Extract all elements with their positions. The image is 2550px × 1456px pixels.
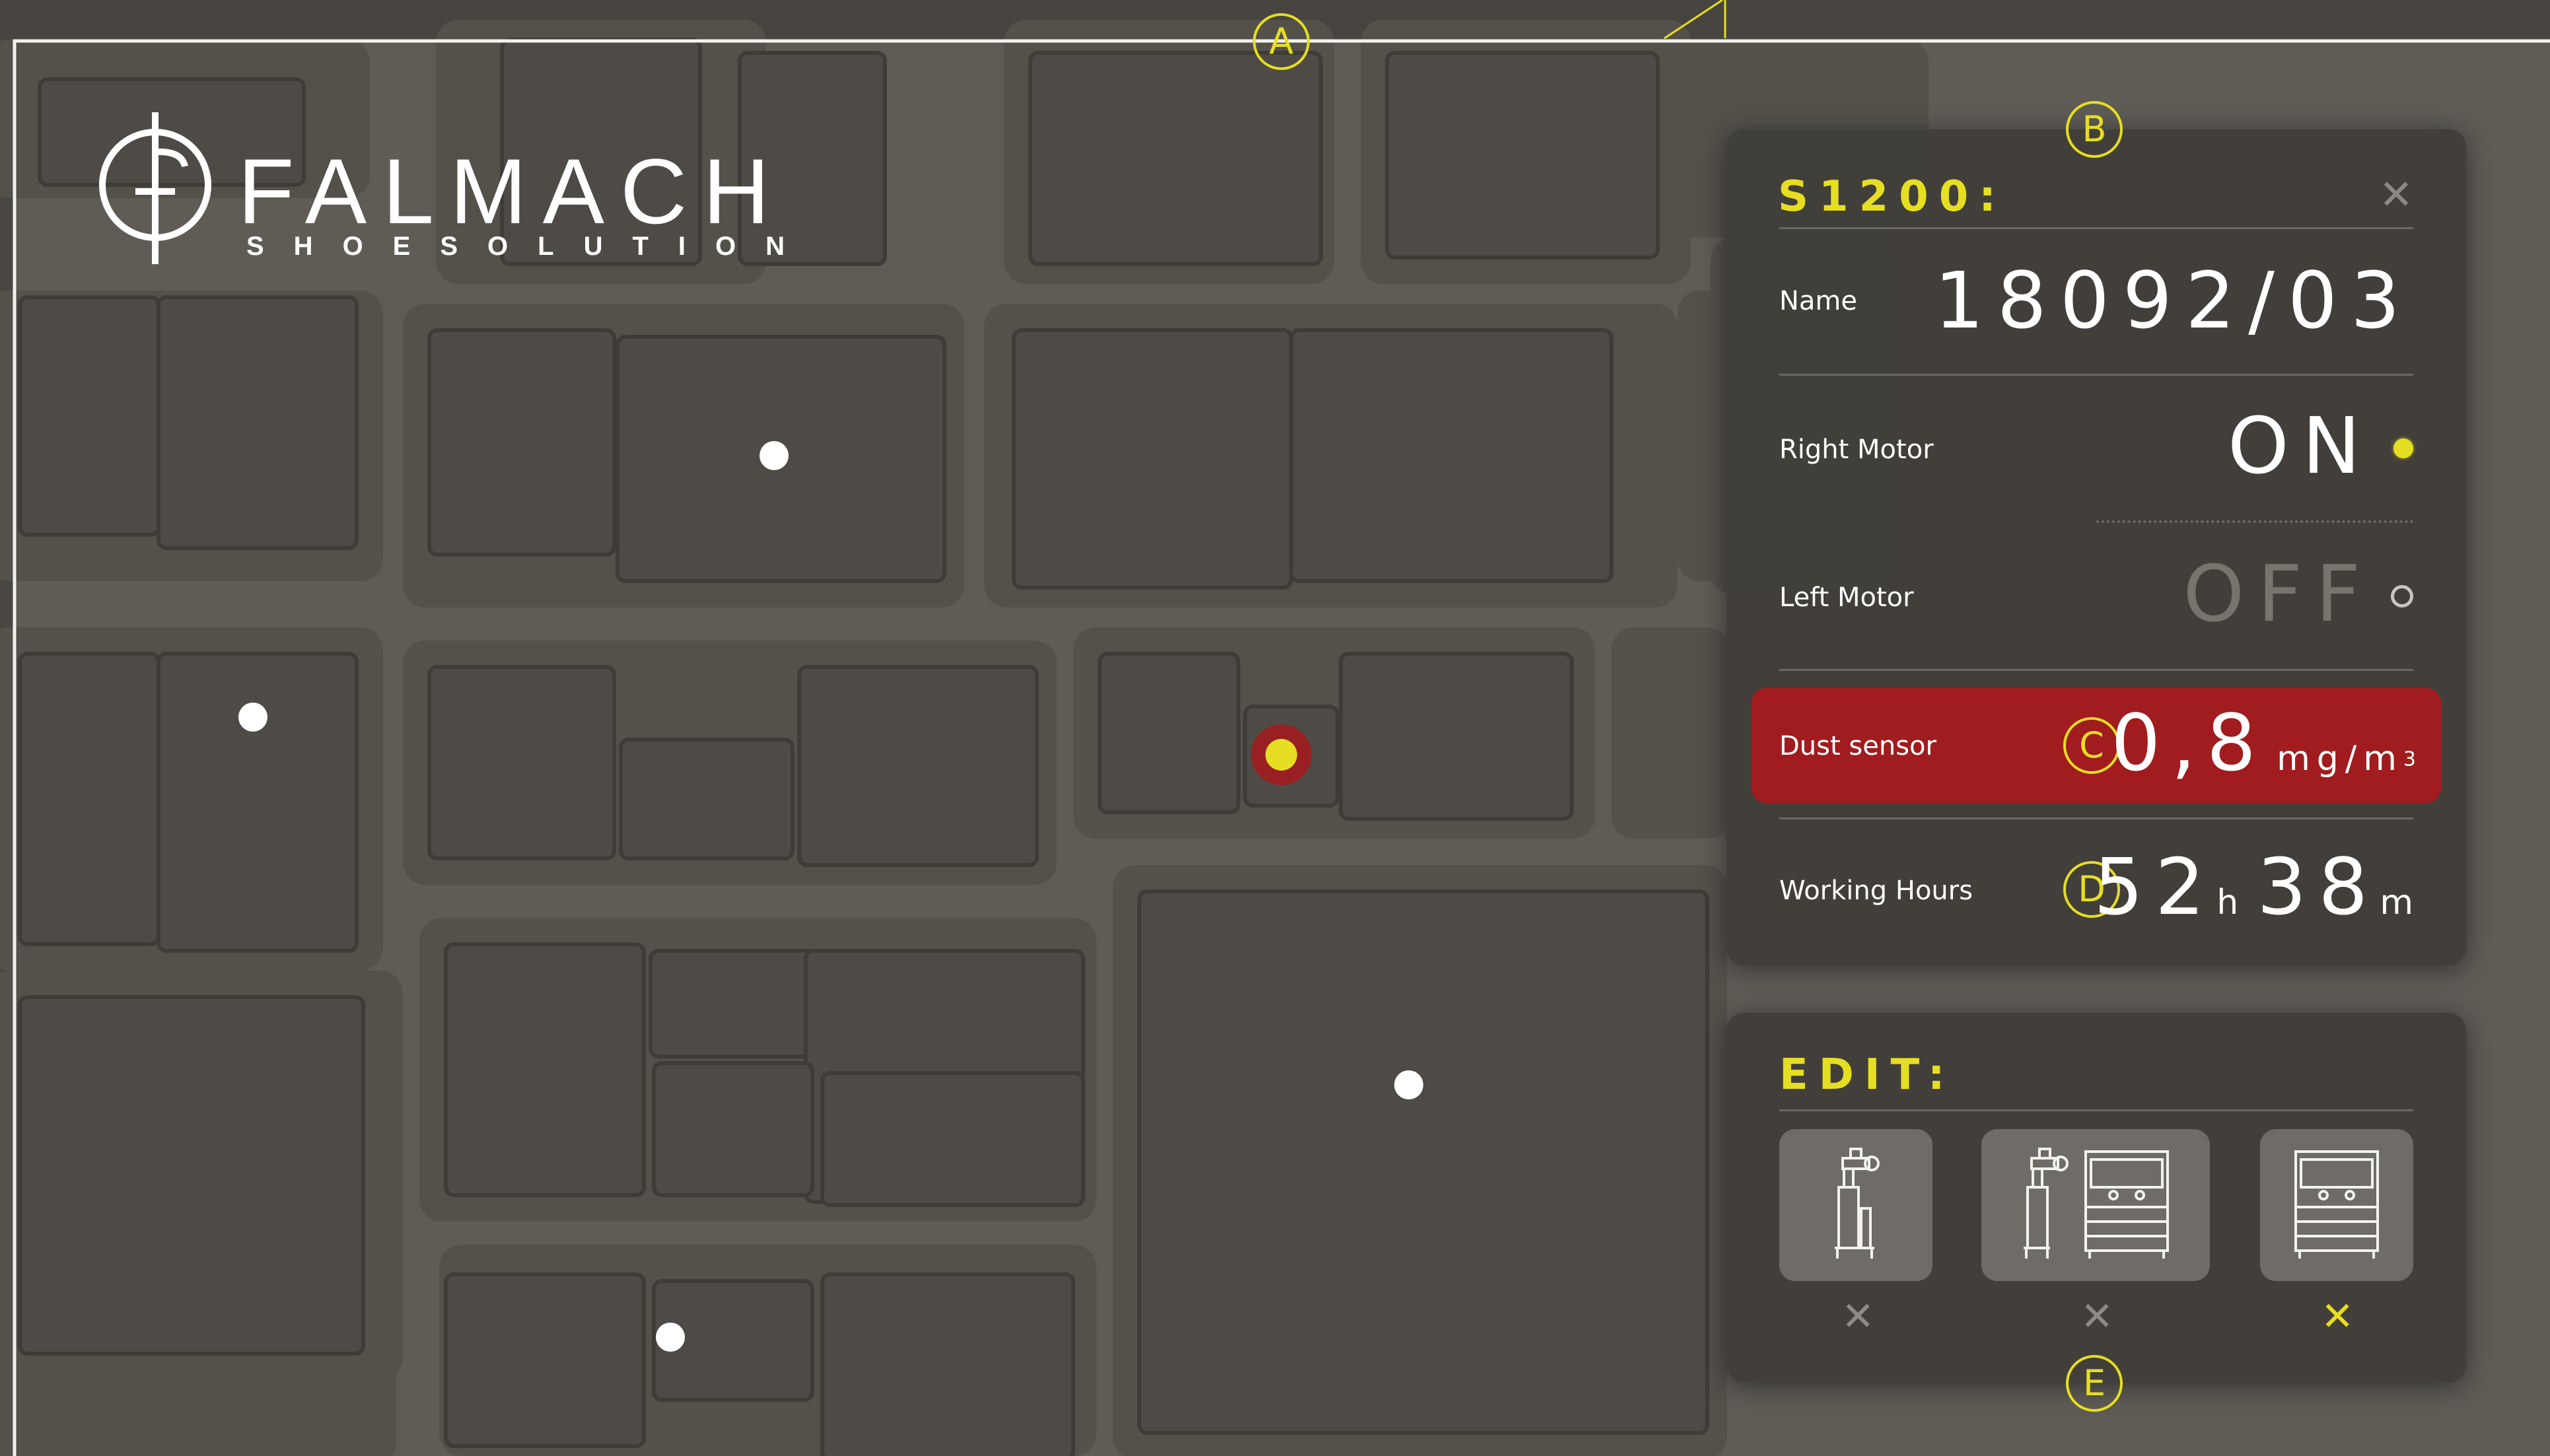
machine-pin[interactable] xyxy=(760,441,789,470)
floor-block xyxy=(18,295,160,537)
dust-sensor-unit: mg/m xyxy=(2277,739,2403,779)
floor-block xyxy=(1028,51,1323,266)
close-icon[interactable]: ✕ xyxy=(2379,174,2413,215)
dust-sensor-label: Dust sensor xyxy=(1779,731,1936,761)
floor-block xyxy=(18,652,160,946)
left-motor-label: Left Motor xyxy=(1779,582,1914,613)
edit-panel: EDIT: ✕ ✕ ✕ xyxy=(1726,1013,2466,1383)
brand-logo: FALMACH SHOESOLUTION xyxy=(96,106,785,264)
right-motor-value: ON xyxy=(2227,400,2374,491)
robot-arm-icon xyxy=(1835,1148,1880,1259)
row-left-motor: Left Motor OFF xyxy=(1779,555,2413,634)
divider xyxy=(1779,374,2413,376)
floor-block xyxy=(157,652,359,953)
floor-block xyxy=(619,738,795,860)
marker-b: B xyxy=(2066,101,2123,158)
marker-a: A xyxy=(1253,13,1310,70)
working-hours-m: 38 xyxy=(2257,841,2380,932)
floor-block xyxy=(1098,652,1240,814)
floor-block xyxy=(1611,627,1730,839)
floor-block xyxy=(427,328,616,557)
floor-block xyxy=(1289,328,1613,583)
floor-block xyxy=(444,942,646,1197)
divider xyxy=(1779,227,2413,229)
name-value: 18092/03 xyxy=(1934,255,2413,346)
working-hours-m-unit: m xyxy=(2380,883,2413,922)
machine-pin[interactable] xyxy=(656,1323,685,1352)
status-on-icon xyxy=(2393,438,2413,458)
edit-option-robot-arm[interactable] xyxy=(1779,1129,1932,1281)
working-hours-h-unit: h xyxy=(2216,883,2239,922)
floor-block xyxy=(444,1272,646,1448)
machine-pin[interactable] xyxy=(1394,1070,1423,1099)
edit-title: EDIT: xyxy=(1779,1051,1956,1099)
working-hours-h: 52 xyxy=(2094,841,2217,932)
selected-machine-pin[interactable] xyxy=(1265,739,1297,771)
robot-arm-and-press-icon xyxy=(2024,1148,2169,1259)
press-machine-icon xyxy=(2294,1150,2379,1259)
floor-block xyxy=(820,1272,1075,1456)
brand-name: FALMACH xyxy=(238,139,786,243)
floor-block xyxy=(1339,652,1574,821)
dust-sensor-reading: 0,8 mg/m3 xyxy=(2111,704,2416,782)
marker-e: E xyxy=(2066,1355,2123,1412)
close-icon[interactable]: ✕ xyxy=(1841,1297,1874,1336)
row-working-hours: Working Hours D 52h 38m xyxy=(1779,848,2413,927)
status-off-icon xyxy=(2391,585,2413,607)
floor-block xyxy=(427,665,616,860)
brand-tagline: SHOESOLUTION xyxy=(246,232,815,261)
floor-block xyxy=(1012,328,1293,590)
factory-map-view: A FALMACH SHOESOLUTION S1200: ✕ Name 180… xyxy=(0,0,2550,1456)
close-icon[interactable]: ✕ xyxy=(2321,1297,2354,1336)
dust-sensor-unit-sup: 3 xyxy=(2403,747,2416,771)
dust-sensor-alert[interactable]: Dust sensor C 0,8 mg/m3 xyxy=(1752,688,2441,803)
divider xyxy=(1779,817,2413,819)
dotted-separator xyxy=(2096,520,2413,523)
working-hours-value: 52h 38m xyxy=(2094,848,2413,926)
row-right-motor: Right Motor ON xyxy=(1779,407,2413,486)
floor-block xyxy=(1137,889,1709,1435)
panel-title: S1200: xyxy=(1778,172,2006,221)
edit-option-press[interactable] xyxy=(2260,1129,2413,1281)
floor-block xyxy=(797,665,1039,867)
close-icon[interactable]: ✕ xyxy=(2080,1297,2113,1336)
floor-block xyxy=(820,1071,1085,1207)
divider xyxy=(1779,669,2413,671)
floor-block xyxy=(18,995,365,1356)
right-motor-label: Right Motor xyxy=(1779,434,1934,465)
row-name: Name 18092/03 xyxy=(1779,261,2413,341)
dust-sensor-value: 0,8 xyxy=(2111,697,2267,788)
floor-block xyxy=(1385,51,1660,260)
edit-option-robot-arm-and-press[interactable] xyxy=(1981,1129,2210,1281)
floor-block xyxy=(649,949,818,1058)
falmach-logo-icon xyxy=(99,112,211,264)
working-hours-label: Working Hours xyxy=(1779,876,1973,906)
machine-info-panel: S1200: ✕ Name 18092/03 Right Motor ON Le… xyxy=(1726,129,2466,965)
machine-pin[interactable] xyxy=(238,703,267,732)
floor-block xyxy=(157,295,359,550)
left-motor-value: OFF xyxy=(2183,548,2374,639)
floor-block xyxy=(652,1061,814,1197)
divider xyxy=(1779,1109,2413,1111)
name-label: Name xyxy=(1779,286,1858,316)
